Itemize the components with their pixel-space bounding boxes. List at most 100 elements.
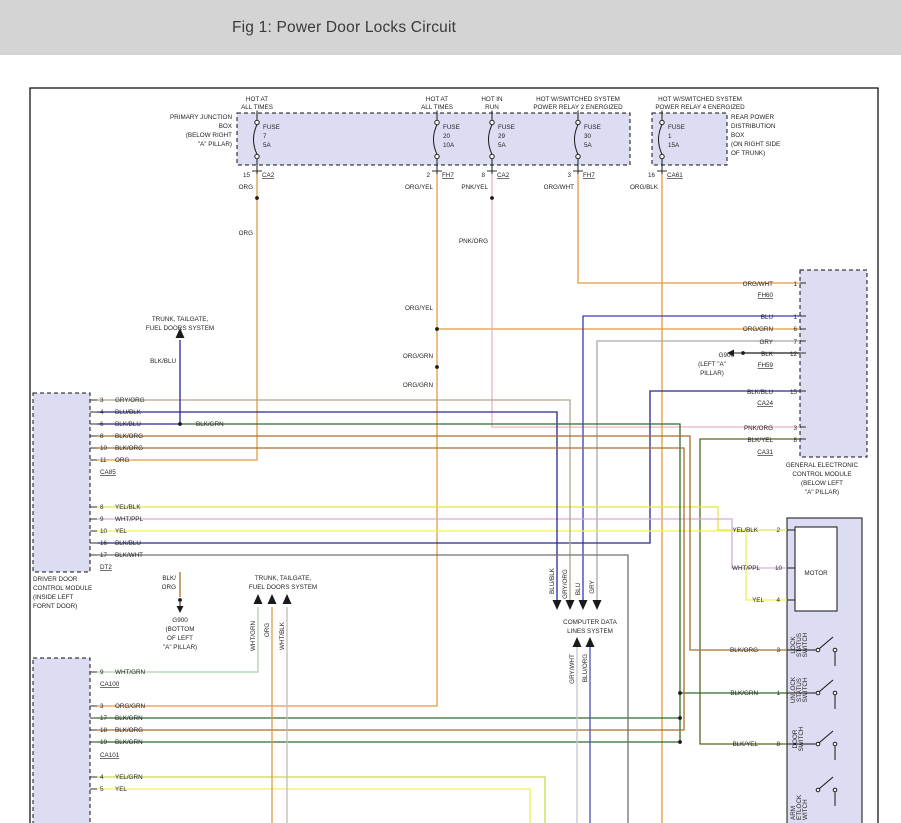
diagram-label: 8 (776, 741, 780, 748)
diagram-label: CA61 (667, 172, 683, 179)
diagram-label: ORG (162, 584, 176, 591)
diagram-label: 4 (776, 597, 780, 604)
diagram-label: ORG (115, 457, 129, 464)
diagram-label: HOT W/SWITCHED SYSTEM (536, 96, 620, 103)
diagram-label: TRUNK, TAILGATE, (152, 316, 209, 323)
diagram-label: ORG (264, 623, 271, 637)
diagram-label: BLK/GRN (196, 421, 224, 428)
diagram-label: 8 (100, 433, 104, 440)
diagram-label: OF LEFT (167, 635, 193, 642)
diagram-label: (BELOW RIGHT (186, 132, 232, 139)
fuse-terminal (576, 120, 580, 124)
diagram-label: GRY/ORG (115, 397, 145, 404)
junction-dot (490, 196, 494, 200)
diagram-label: 10 (775, 565, 783, 572)
diagram-label: ALL TIMES (241, 104, 273, 111)
diagram-label: 6 (793, 326, 797, 333)
diagram-label: ORG (239, 230, 253, 237)
diagram-label: FUEL DOORS SYSTEM (146, 325, 214, 332)
diagram-label: 6 (100, 421, 104, 428)
diagram-label: 1 (776, 690, 780, 697)
diagram-label: 4 (100, 774, 104, 781)
diagram-label: BLK/GRN (115, 739, 143, 746)
diagram-label: "A" PILLAR) (805, 489, 839, 496)
diagram-label: CONTROL MODULE (33, 585, 92, 592)
diagram-label: PRIMARY JUNCTION (170, 114, 232, 121)
fuse-terminal (660, 154, 664, 158)
diagram-label: WHT/BLK (279, 621, 286, 650)
switch-terminal (816, 788, 820, 792)
diagram-label: CA24 (757, 400, 773, 407)
switch-terminal (833, 788, 837, 792)
diagram-label: HOT W/SWITCHED SYSTEM (658, 96, 742, 103)
diagram-label: 8 (793, 437, 797, 444)
junction-dot (435, 365, 439, 369)
diagram-label: GRY (759, 339, 773, 346)
diagram-label: COMPUTER DATA (563, 619, 617, 626)
diagram-label: BOX (731, 132, 745, 139)
diagram-label: 1 (793, 314, 797, 321)
junction-dot (678, 691, 682, 695)
diagram-label: 3 (776, 647, 780, 654)
switch-terminal (816, 648, 820, 652)
diagram-label: YEL (115, 528, 127, 535)
diagram-label: BLK/WHT (115, 552, 143, 559)
switch-terminal (816, 691, 820, 695)
diagram-label: FUSE (668, 124, 685, 131)
diagram-label: 20 (443, 133, 451, 140)
diagram-label: WHT/PPL (732, 565, 760, 572)
diagram-label: BLK/GRN (115, 715, 143, 722)
diagram-label: BLK/ (162, 575, 176, 582)
diagram-label: BOX (219, 123, 233, 130)
diagram-label: YEL (752, 597, 764, 604)
diagram-label: 16 (648, 172, 656, 179)
diagram-label: GRY/WHT (569, 654, 576, 684)
diagram-label: (ON RIGHT SIDE (731, 141, 780, 148)
diagram-label: 5A (584, 142, 593, 149)
diagram-label: BLK/BLU (115, 540, 141, 547)
diagram-label: BLK/ORG (115, 445, 143, 452)
diagram-label: BLK/ORG (115, 433, 143, 440)
diagram-label: 3 (100, 397, 104, 404)
diagram-label: 10 (100, 528, 108, 535)
fuse-terminal (435, 120, 439, 124)
diagram-label: PILLAR) (700, 370, 724, 377)
diagram-label: FH59 (758, 362, 774, 369)
diagram-label: TRUNK, TAILGATE, (255, 575, 312, 582)
diagram-label: FORNT DOOR) (33, 603, 77, 610)
page: Fig 1: Power Door Locks Circuit FUSE75AF… (0, 0, 901, 823)
diagram-label: POWER RELAY 2 ENERGIZED (533, 104, 623, 111)
diagram-label: ORG (239, 184, 253, 191)
fuse-terminal (435, 154, 439, 158)
fuse-terminal (576, 154, 580, 158)
diagram-label: SWITCH (802, 632, 809, 657)
diagram-label: 7 (263, 133, 267, 140)
diagram-label: FH7 (583, 172, 595, 179)
diagram-label: 15 (243, 172, 251, 179)
diagram-label: "A" PILLAR) (163, 644, 197, 651)
diagram-label: 1 (668, 133, 672, 140)
driver-door-control-module-box (33, 393, 90, 572)
diagram-label: GENERAL ELECTRONIC (786, 462, 859, 469)
diagram-label: 18 (100, 727, 108, 734)
diagram-label: (BOTTOM (166, 626, 195, 633)
diagram-label: (LEFT "A" (698, 361, 726, 368)
diagram-label: FH7 (442, 172, 454, 179)
diagram-label: HOT IN (481, 96, 503, 103)
diagram-label: ORG/YEL (405, 184, 433, 191)
diagram-label: BLK/ORG (115, 727, 143, 734)
diagram-label: WITCH (802, 799, 809, 820)
diagram-label: 5 (100, 786, 104, 793)
diagram-label: (INSIDE LEFT (33, 594, 73, 601)
wiring-diagram: FUSE75AFUSE2010AFUSE295AFUSE305AFUSE115A… (0, 0, 901, 823)
diagram-label: 30 (584, 133, 592, 140)
diagram-label: YEL/GRN (115, 774, 143, 781)
diagram-label: 4 (100, 409, 104, 416)
diagram-label: BLK/BLU (150, 358, 176, 365)
diagram-label: ORG/GRN (115, 703, 146, 710)
diagram-label: DRIVER DOOR (33, 576, 78, 583)
diagram-label: GRY (589, 579, 596, 593)
lower-left-module-box (33, 658, 90, 823)
junction-dot (741, 351, 745, 355)
diagram-label: 29 (498, 133, 506, 140)
